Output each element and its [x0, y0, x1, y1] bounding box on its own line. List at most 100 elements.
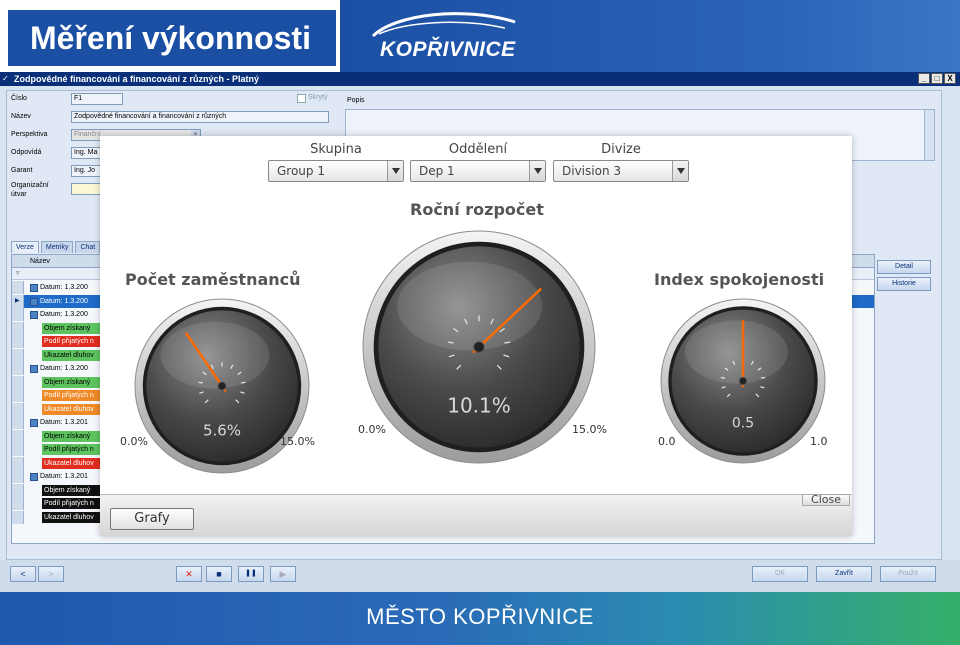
row-marker[interactable] — [12, 375, 24, 389]
close-window-button[interactable]: X — [944, 73, 956, 84]
oddeleni-select[interactable]: Dep 1 — [410, 160, 546, 182]
popis-label: Popis — [347, 97, 365, 104]
nazev-label: Název — [11, 113, 31, 120]
chevron-down-icon — [387, 161, 403, 181]
metric-status-chip: Ukazatel dluhov — [42, 457, 102, 469]
gauge-glare — [397, 261, 543, 351]
expand-icon[interactable] — [30, 473, 38, 481]
garant-label: Garant — [11, 167, 33, 174]
row-marker[interactable] — [12, 348, 24, 362]
org-label-line1: Organizační — [11, 182, 49, 189]
row-label: Datum: 1.3.200 — [40, 297, 88, 305]
maximize-button[interactable]: □ — [931, 73, 943, 84]
skryty-checkbox[interactable] — [297, 94, 306, 103]
divize-label: Divize — [601, 142, 641, 157]
perspektiva-label: Perspektiva — [11, 131, 48, 138]
next-button[interactable]: > — [38, 566, 64, 582]
gauge-index-spokojenosti: 0.5 — [660, 298, 826, 464]
row-marker[interactable] — [12, 281, 24, 294]
pause-button[interactable]: ❚❚ — [238, 566, 264, 582]
row-marker[interactable] — [12, 416, 24, 429]
row-label: Datum: 1.3.201 — [40, 419, 88, 426]
skupina-select[interactable]: Group 1 — [268, 160, 404, 182]
metric-status-chip: Objem získaný — [42, 484, 102, 496]
expand-icon[interactable] — [30, 365, 38, 373]
column-nazev[interactable]: Název — [30, 258, 50, 265]
metric-status-chip: Podíl přijatých n — [42, 390, 102, 401]
row-label: Datum: 1.3.201 — [40, 473, 88, 480]
row-marker[interactable] — [12, 335, 24, 348]
play-button[interactable]: ▶ — [270, 566, 296, 582]
ok-button[interactable]: OK — [752, 566, 808, 582]
row-label: Datum: 1.3.200 — [40, 365, 88, 372]
app-icon: ✓ — [2, 74, 9, 83]
gauge-0-max: 15.0% — [280, 435, 315, 448]
gauge-tick — [760, 376, 766, 379]
nazev-field[interactable]: Zodpovědné financování a financování z r… — [71, 111, 329, 123]
row-marker[interactable] — [12, 470, 24, 483]
row-marker[interactable] — [12, 321, 24, 335]
expand-icon[interactable] — [30, 297, 38, 306]
cancel-button[interactable]: ✕ — [176, 566, 202, 582]
tab-metriky[interactable]: Metriky — [40, 241, 74, 253]
grafy-button[interactable]: Grafy — [110, 508, 194, 530]
metric-status-chip: Ukazatel dluhov — [42, 349, 102, 361]
slide-header: Měření výkonnosti KOPŘIVNICE — [0, 0, 960, 72]
row-marker[interactable] — [12, 443, 24, 456]
gauge-1-min: 0.0% — [358, 423, 386, 436]
expand-icon[interactable] — [30, 419, 38, 427]
garant-field[interactable]: Ing. Jo — [71, 165, 101, 177]
slide-title: Měření výkonnosti — [8, 10, 336, 66]
dashboard-dialog: Skupina Group 1 Oddělení Dep 1 Divize Di… — [100, 136, 852, 536]
org-field[interactable] — [71, 183, 101, 195]
gauge-2-max: 1.0 — [810, 435, 828, 448]
gauge-1-max: 15.0% — [572, 423, 607, 436]
oddeleni-value: Dep 1 — [419, 164, 455, 178]
detail-button[interactable]: Detail — [877, 260, 931, 274]
chevron-down-icon — [672, 161, 688, 181]
stop-button[interactable]: ■ — [206, 566, 232, 582]
previous-button[interactable]: < — [10, 566, 36, 582]
gauge-value-label: 0.5 — [732, 415, 754, 431]
gauge-value-label: 5.6% — [203, 421, 241, 439]
historie-button[interactable]: Historie — [877, 277, 931, 291]
divize-select[interactable]: Division 3 — [553, 160, 689, 182]
gauge-title-index: Index spokojenosti — [654, 270, 825, 289]
tab-chat[interactable]: Chat — [75, 241, 101, 253]
row-marker[interactable] — [12, 456, 24, 470]
pouzit-button[interactable]: Použít — [880, 566, 936, 582]
row-marker[interactable] — [12, 402, 24, 416]
gauge-title-pocet: Počet zaměstnanců — [125, 270, 301, 289]
row-marker[interactable] — [12, 497, 24, 510]
filter-icon[interactable]: ▿ — [16, 269, 20, 277]
metric-status-chip: Objem získaný — [42, 376, 102, 388]
window-title: Zodpovědné financování a financování z r… — [14, 74, 260, 84]
row-label: Datum: 1.3.200 — [40, 284, 88, 291]
gauge-value-label: 10.1% — [447, 394, 511, 418]
row-marker[interactable] — [12, 483, 24, 497]
gauge-rocni-rozpocet: 10.1% — [362, 230, 596, 464]
tab-verze[interactable]: Verze — [11, 241, 39, 253]
expand-icon[interactable] — [30, 284, 38, 292]
row-marker[interactable] — [12, 362, 24, 375]
close-dashboard-button[interactable]: Close — [802, 494, 850, 506]
metric-status-chip: Objem získaný — [42, 430, 102, 442]
chevron-down-icon — [529, 161, 545, 181]
cislo-field[interactable]: F1 — [71, 93, 123, 105]
gauge-tick — [720, 376, 726, 379]
cislo-label: Číslo — [11, 95, 27, 102]
expand-icon[interactable] — [30, 311, 38, 319]
row-marker[interactable]: ▶ — [12, 294, 24, 308]
odpovida-field[interactable]: Ing. Ma — [71, 147, 101, 159]
row-marker[interactable] — [12, 389, 24, 402]
row-marker[interactable] — [12, 308, 24, 321]
popis-scrollbar[interactable] — [924, 110, 934, 160]
metric-status-chip: Podíl přijatých n — [42, 498, 102, 509]
row-marker[interactable] — [12, 429, 24, 443]
minimize-button[interactable]: _ — [918, 73, 930, 84]
zavrit-button[interactable]: Zavřít — [816, 566, 872, 582]
row-marker[interactable] — [12, 510, 24, 524]
metric-status-chip: Podíl přijatých n — [42, 336, 102, 347]
tab-strip: Verze Metriky Chat — [11, 241, 101, 253]
skryty-label: Skrytý — [308, 94, 328, 101]
